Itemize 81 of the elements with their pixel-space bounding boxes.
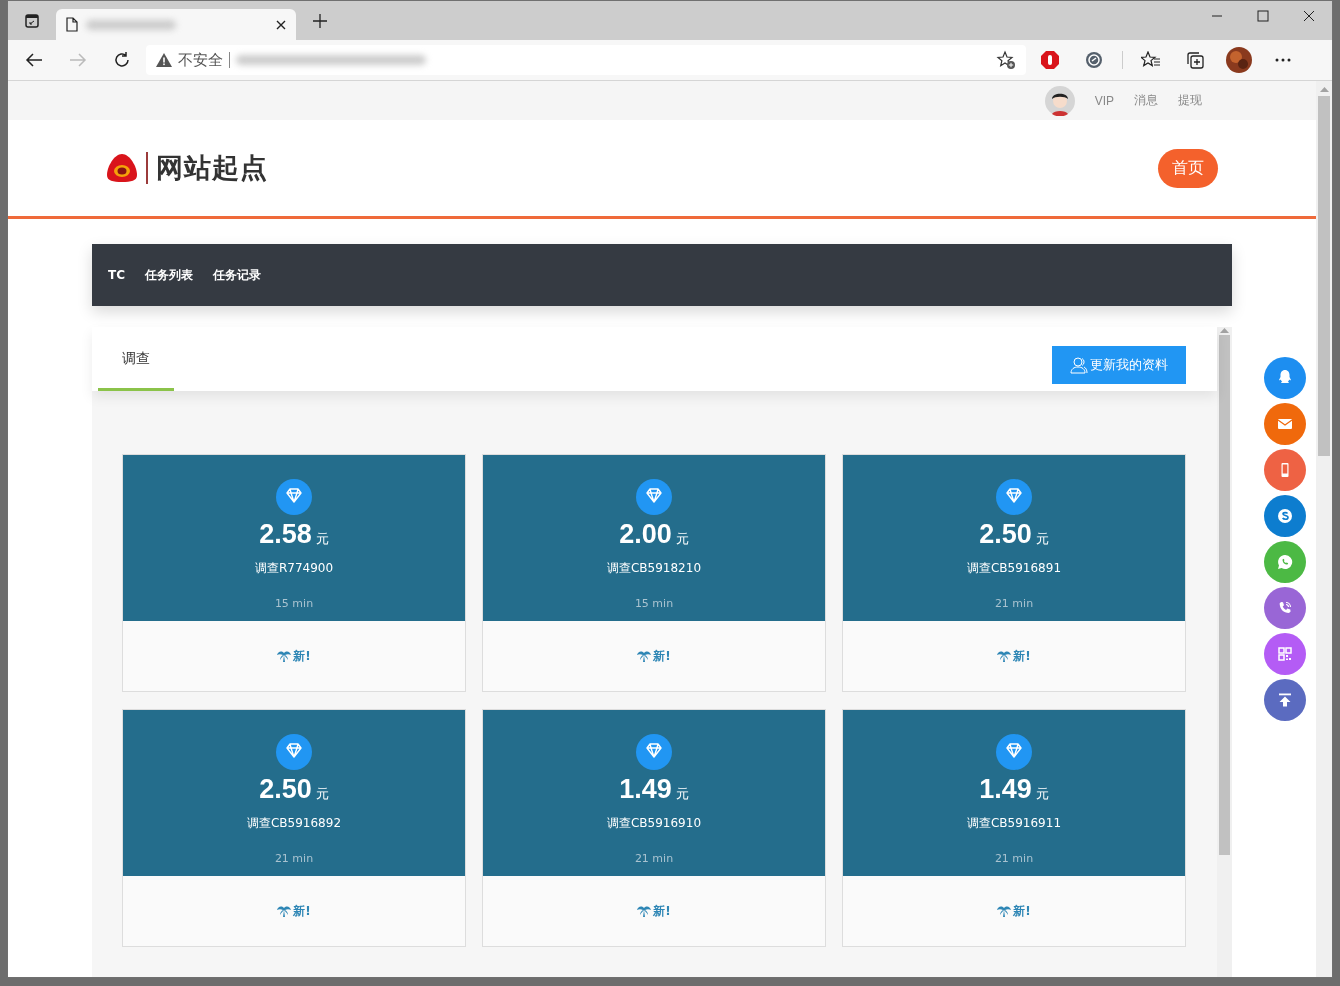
task-amount: 2.50 [259, 774, 312, 805]
task-title: 调查CB5918210 [606, 560, 702, 577]
task-card[interactable]: 2.58 元 调查R774900 15 min 新! [122, 454, 466, 692]
logo-text: 网站起点 [146, 152, 268, 184]
task-card[interactable]: 2.50 元 调查CB5916892 21 min 新! [122, 709, 466, 947]
task-card[interactable]: 2.50 元 调查CB5916891 21 min 新! [842, 454, 1186, 692]
extension-icon[interactable] [1085, 51, 1103, 69]
nav-item[interactable]: TC [100, 268, 133, 282]
palm-tree-icon [637, 650, 652, 662]
home-button[interactable]: 首页 [1158, 148, 1218, 188]
palm-tree-icon [277, 650, 292, 662]
task-duration: 21 min [994, 597, 1034, 610]
task-amount: 2.00 [619, 519, 672, 550]
nav-item[interactable]: 任务列表 [137, 266, 201, 284]
scrollbar-thumb[interactable] [1219, 335, 1230, 855]
user-icon [1070, 356, 1088, 374]
refresh-icon[interactable] [113, 51, 131, 69]
new-label: 新! [1013, 647, 1031, 665]
task-card[interactable]: 1.49 元 调查CB5916910 21 min 新! [482, 709, 826, 947]
user-avatar[interactable] [1044, 85, 1075, 116]
task-duration: 21 min [994, 852, 1034, 865]
palm-tree-icon [997, 650, 1012, 662]
task-duration: 21 min [634, 852, 674, 865]
task-card[interactable]: 2.00 元 调查CB5918210 15 min 新! [482, 454, 826, 692]
palm-tree-icon [277, 905, 292, 917]
profile-avatar[interactable] [1226, 47, 1252, 73]
currency-unit: 元 [675, 785, 689, 803]
contact-button[interactable] [1264, 495, 1306, 537]
currency-unit: 元 [1035, 785, 1049, 803]
new-tab-icon[interactable] [312, 13, 328, 29]
close-icon[interactable] [276, 19, 286, 30]
contact-button[interactable] [1264, 403, 1306, 445]
scroll-up-icon[interactable] [1220, 327, 1229, 333]
add-favorite-icon[interactable] [996, 50, 1016, 70]
page-icon [66, 17, 78, 32]
task-card[interactable]: 1.49 元 调查CB5916911 21 min 新! [842, 709, 1186, 947]
more-icon[interactable] [1275, 58, 1291, 62]
task-amount: 1.49 [979, 774, 1032, 805]
currency-unit: 元 [1035, 530, 1049, 548]
contact-button[interactable] [1264, 449, 1306, 491]
contact-button[interactable] [1264, 679, 1306, 721]
task-amount: 2.50 [979, 519, 1032, 550]
scroll-up-icon[interactable] [1319, 86, 1329, 92]
new-label: 新! [653, 902, 671, 920]
new-label: 新! [293, 647, 311, 665]
task-duration: 15 min [634, 597, 674, 610]
task-title: 调查R774900 [254, 560, 334, 577]
task-amount: 2.58 [259, 519, 312, 550]
update-profile-button[interactable]: 更新我的资料 [1052, 346, 1186, 384]
scrollbar-thumb[interactable] [1318, 96, 1330, 456]
palm-tree-icon [997, 905, 1012, 917]
task-title: 调查CB5916891 [966, 560, 1062, 577]
top-link[interactable]: 消息 [1134, 92, 1158, 109]
task-duration: 15 min [274, 597, 314, 610]
favorites-icon[interactable] [1141, 51, 1161, 69]
top-link[interactable]: 提现 [1178, 92, 1202, 109]
address-bar[interactable]: 不安全 [146, 45, 1026, 75]
palm-tree-icon [637, 905, 652, 917]
new-label: 新! [1013, 902, 1031, 920]
contact-button[interactable] [1264, 357, 1306, 399]
collections-icon[interactable] [1185, 50, 1205, 70]
contact-button[interactable] [1264, 633, 1306, 675]
back-icon[interactable] [25, 52, 43, 68]
task-amount: 1.49 [619, 774, 672, 805]
task-duration: 21 min [274, 852, 314, 865]
warning-icon [156, 53, 172, 67]
task-title: 调查CB5916910 [606, 815, 702, 832]
task-title: 调查CB5916911 [966, 815, 1062, 832]
currency-unit: 元 [315, 530, 329, 548]
currency-unit: 元 [675, 530, 689, 548]
task-title: 调查CB5916892 [246, 815, 342, 832]
contact-button[interactable] [1264, 541, 1306, 583]
new-label: 新! [293, 902, 311, 920]
contact-button[interactable] [1264, 587, 1306, 629]
new-label: 新! [653, 647, 671, 665]
top-link[interactable]: VIP [1094, 93, 1114, 108]
nav-item[interactable]: 任务记录 [205, 266, 269, 284]
logo-icon [106, 153, 138, 183]
security-label: 不安全 [178, 50, 223, 70]
tab-actions-icon[interactable] [24, 13, 40, 29]
currency-unit: 元 [315, 785, 329, 803]
